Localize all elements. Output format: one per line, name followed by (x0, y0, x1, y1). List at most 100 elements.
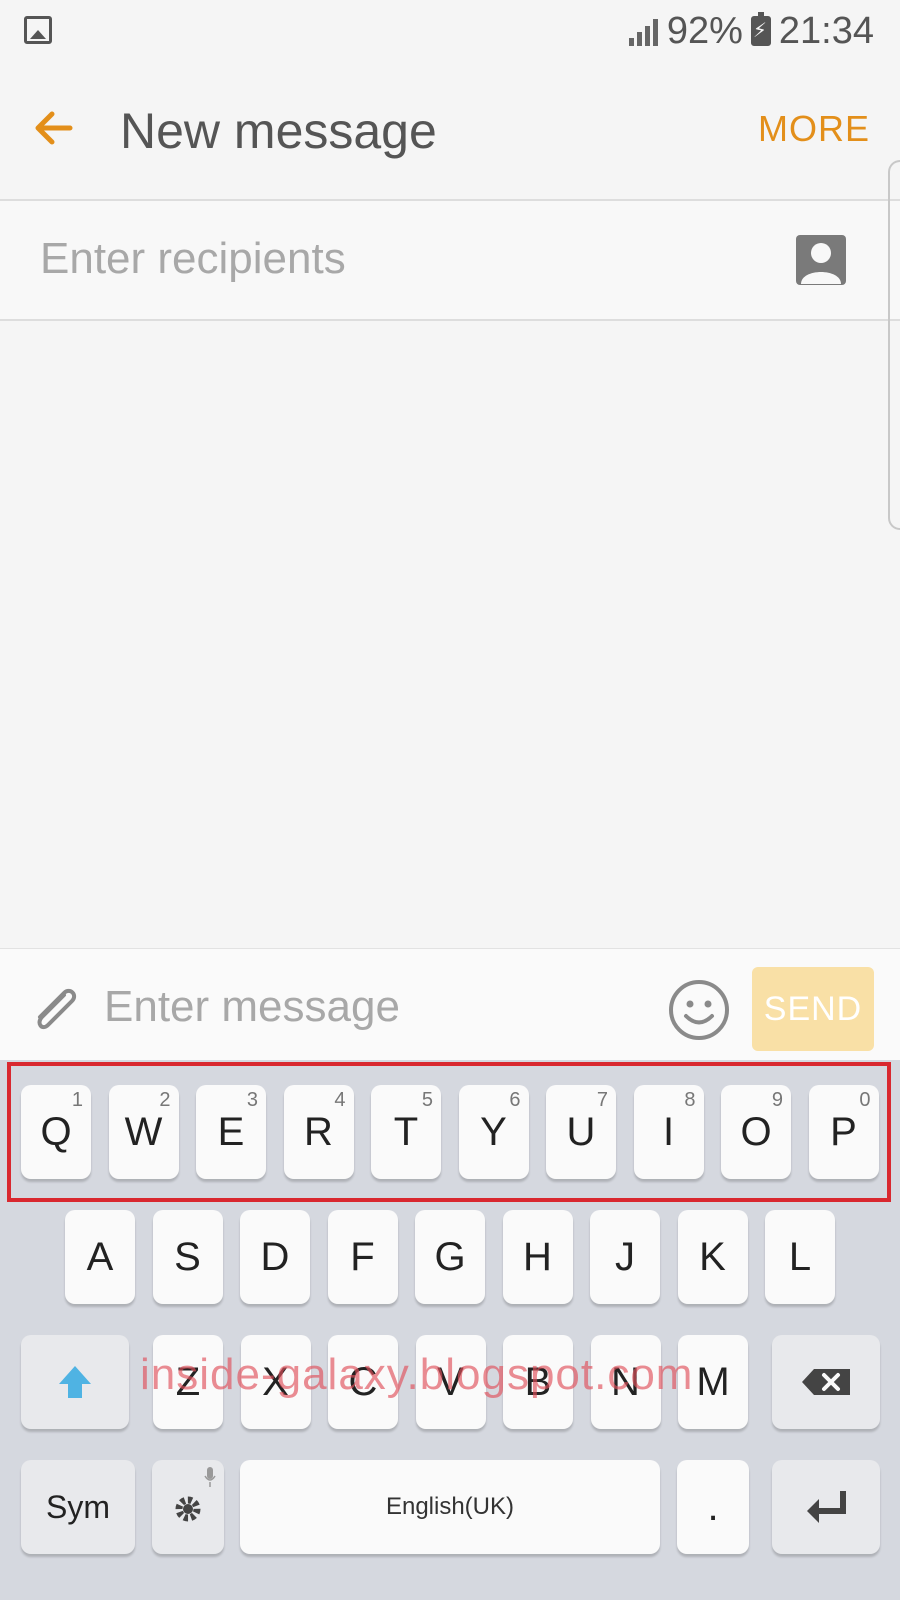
key-b-label: B (524, 1359, 552, 1404)
space-key[interactable]: English(UK) (240, 1460, 660, 1554)
edge-panel-handle[interactable] (888, 160, 900, 530)
status-indicators: 92% 21:34 (628, 8, 874, 54)
key-b[interactable]: B (503, 1335, 573, 1429)
divider (0, 319, 900, 321)
enter-key[interactable] (772, 1460, 880, 1554)
key-number-hint: 3 (246, 1089, 258, 1111)
gallery-notification-icon (24, 16, 52, 44)
key-t-label: T (393, 1109, 419, 1154)
key-d[interactable]: D (240, 1210, 310, 1304)
key-number-hint: 9 (771, 1089, 783, 1111)
key-f-label: F (350, 1234, 375, 1279)
key-v[interactable]: V (415, 1335, 486, 1429)
key-k-label: K (699, 1234, 726, 1279)
attach-button[interactable] (28, 981, 82, 1039)
key-number-hint: 1 (71, 1089, 83, 1111)
key-y-label: Y (480, 1109, 507, 1154)
key-q[interactable]: Q1 (21, 1085, 91, 1179)
gear-icon (175, 1496, 201, 1522)
page-title: New message (120, 103, 437, 159)
battery-charging-icon (750, 12, 771, 46)
key-j[interactable]: J (590, 1210, 660, 1304)
key-i[interactable]: I8 (633, 1085, 704, 1179)
key-q-label: Q (40, 1109, 72, 1154)
signal-icon (628, 16, 659, 46)
key-y[interactable]: Y6 (458, 1085, 529, 1179)
key-r[interactable]: R4 (283, 1085, 354, 1179)
key-x-label: X (262, 1359, 289, 1404)
key-number-hint: 4 (334, 1089, 346, 1111)
key-w-label: W (124, 1109, 163, 1154)
period-key[interactable]: . (677, 1460, 749, 1554)
key-number-hint: 6 (509, 1089, 521, 1111)
key-h-label: H (523, 1234, 552, 1279)
send-button[interactable]: SEND (752, 967, 874, 1051)
key-number-hint: 5 (421, 1089, 433, 1111)
key-f[interactable]: F (327, 1210, 398, 1304)
paperclip-icon (37, 988, 77, 1030)
key-g[interactable]: G (415, 1210, 485, 1304)
battery-percent: 92% (666, 9, 743, 52)
key-n[interactable]: N (590, 1335, 661, 1429)
app-bar: New message MORE (0, 62, 900, 200)
message-composer: SEND (0, 948, 900, 1060)
key-p-label: P (830, 1109, 857, 1154)
key-z-label: Z (175, 1359, 201, 1404)
key-j-label: J (615, 1234, 635, 1279)
enter-icon (807, 1491, 846, 1523)
key-o[interactable]: O9 (721, 1085, 791, 1179)
key-k[interactable]: K (677, 1210, 748, 1304)
contact-icon (796, 235, 846, 285)
key-l[interactable]: L (765, 1210, 835, 1304)
contacts-button[interactable] (795, 234, 847, 286)
key-e-label: E (217, 1109, 245, 1154)
recipients-input[interactable] (40, 229, 740, 289)
key-a[interactable]: A (65, 1210, 135, 1304)
key-number-hint: 7 (596, 1089, 608, 1111)
sym-key[interactable]: Sym (21, 1460, 135, 1554)
settings-key[interactable] (152, 1460, 224, 1554)
key-s[interactable]: S (152, 1210, 223, 1304)
clock: 21:34 (778, 9, 874, 52)
key-n-label: N (611, 1359, 640, 1404)
key-number-hint: 8 (684, 1089, 696, 1111)
key-c[interactable]: C (328, 1335, 398, 1429)
recipients-bar (0, 201, 900, 319)
key-m[interactable]: M (678, 1335, 748, 1429)
period-key-label: . (707, 1484, 719, 1529)
key-s-label: S (174, 1234, 201, 1279)
smiley-icon (669, 980, 729, 1040)
shift-arrow-icon (59, 1366, 91, 1398)
key-v-label: V (437, 1359, 464, 1404)
key-number-hint: 0 (859, 1089, 871, 1111)
microphone-icon (204, 1467, 216, 1487)
key-t[interactable]: T5 (371, 1085, 441, 1179)
key-e[interactable]: E3 (196, 1085, 266, 1179)
emoji-button[interactable] (668, 979, 730, 1041)
space-key-label: English(UK) (385, 1493, 515, 1520)
key-h[interactable]: H (502, 1210, 573, 1304)
back-button[interactable] (30, 98, 90, 158)
message-input[interactable] (104, 977, 644, 1037)
key-c-label: C (348, 1359, 378, 1404)
key-p[interactable]: P0 (808, 1085, 879, 1179)
key-l-label: L (788, 1234, 812, 1279)
shift-key[interactable] (21, 1335, 129, 1429)
key-u-label: U (566, 1109, 596, 1154)
backspace-icon (802, 1369, 850, 1395)
key-a-label: A (86, 1234, 114, 1279)
key-u[interactable]: U7 (546, 1085, 616, 1179)
backspace-key[interactable] (772, 1335, 880, 1429)
key-m-label: M (696, 1359, 730, 1404)
key-number-hint: 2 (159, 1089, 171, 1111)
key-g-label: G (434, 1234, 466, 1279)
key-w[interactable]: W2 (108, 1085, 179, 1179)
key-z[interactable]: Z (153, 1335, 223, 1429)
key-r-label: R (304, 1109, 333, 1154)
key-o-label: O (740, 1109, 772, 1154)
key-d-label: D (260, 1234, 290, 1279)
sym-key-label: Sym (46, 1488, 110, 1525)
back-arrow-icon (35, 111, 73, 145)
more-button[interactable]: MORE (758, 108, 870, 150)
key-x[interactable]: X (240, 1335, 311, 1429)
